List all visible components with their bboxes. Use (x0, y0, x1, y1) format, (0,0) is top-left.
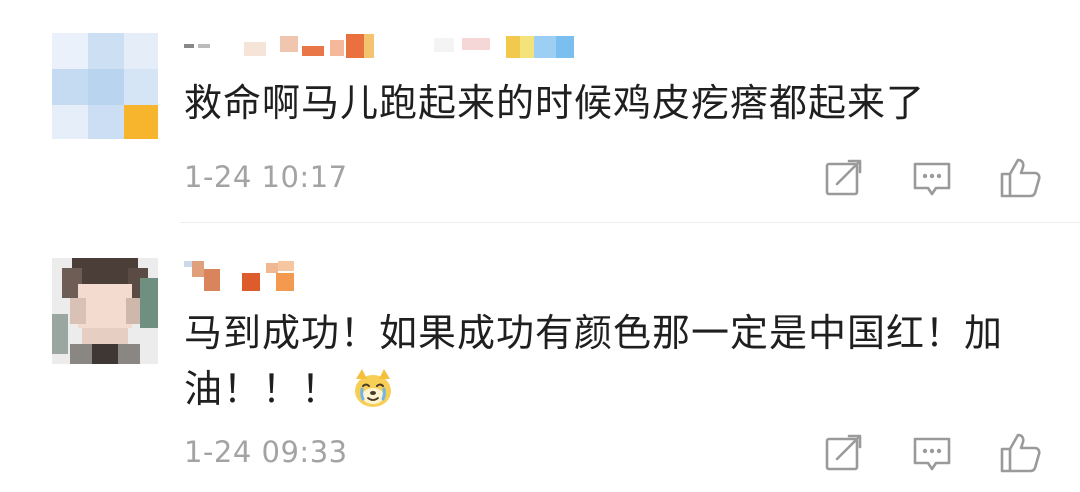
thumbs-up-icon (1000, 433, 1041, 473)
comment-text: 救命啊马儿跑起来的时候鸡皮疙瘩都起来了 (184, 81, 926, 125)
share-button[interactable] (822, 156, 866, 200)
dog-face-emoji (355, 368, 392, 407)
comment-item: 救命啊马儿跑起来的时候鸡皮疙瘩都起来了 1-24 10:17 (0, 0, 1080, 222)
reply-button[interactable] (910, 431, 954, 475)
comment-text: 马到成功！如果成功有颜色那一定是中国红！加油！！！ (184, 305, 1030, 417)
comment-item: 马到成功！如果成功有颜色那一定是中国红！加油！！！ 1-24 09:33 (0, 223, 1080, 492)
username[interactable] (184, 259, 324, 293)
comment-timestamp: 1-24 09:33 (184, 435, 348, 469)
reply-button[interactable] (910, 156, 954, 200)
thumbs-up-icon (1000, 158, 1041, 198)
comment-icon (913, 162, 951, 196)
share-icon (825, 159, 862, 196)
share-button[interactable] (822, 431, 866, 475)
avatar[interactable] (52, 258, 158, 364)
username[interactable] (184, 32, 604, 66)
comment-text-content: 马到成功！如果成功有颜色那一定是中国红！加油！！！ (184, 311, 1004, 411)
comment-timestamp: 1-24 10:17 (184, 160, 348, 194)
comment-icon (913, 437, 951, 471)
like-button[interactable] (998, 156, 1042, 200)
share-icon (825, 434, 862, 471)
avatar[interactable] (52, 33, 158, 139)
like-button[interactable] (998, 431, 1042, 475)
